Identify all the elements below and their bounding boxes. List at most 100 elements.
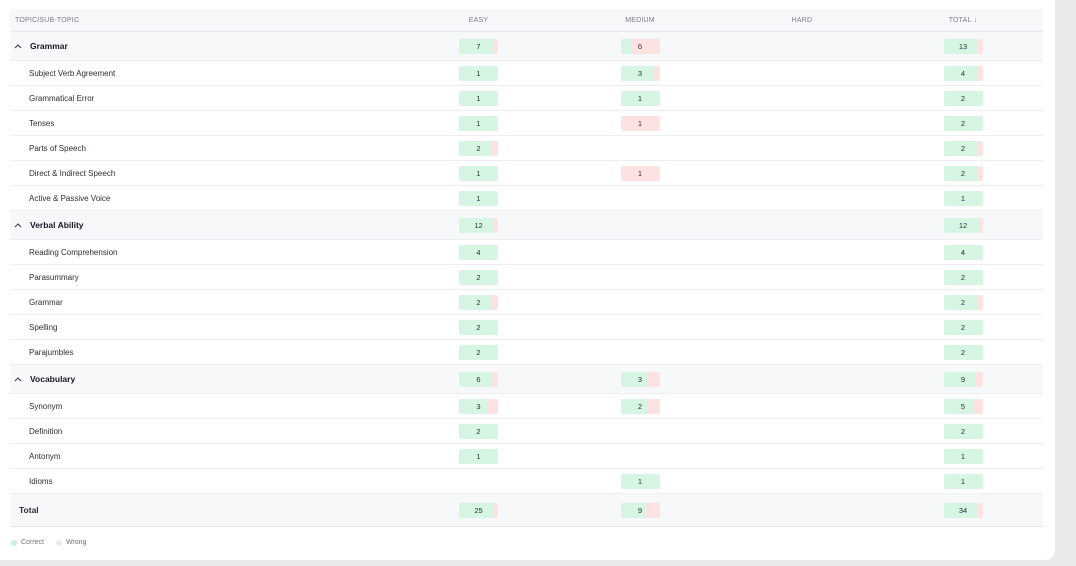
count-bar[interactable]: 12 <box>943 217 983 233</box>
count-bar[interactable]: 2 <box>943 90 983 106</box>
count-bar[interactable]: 2 <box>943 294 983 310</box>
count-bar[interactable]: 1 <box>459 115 498 131</box>
count-value: 1 <box>476 451 481 461</box>
count-bar[interactable]: 9 <box>620 502 660 518</box>
cell-easy: 6 <box>379 371 578 387</box>
count-bar[interactable]: 2 <box>943 423 983 439</box>
count-bar[interactable]: 2 <box>459 344 498 360</box>
row-name-cell: Vocabulary <box>10 374 379 384</box>
count-bar[interactable]: 4 <box>943 65 983 81</box>
row-name: Subject Verb Agreement <box>29 68 116 78</box>
table-row: Reading Comprehension 4 4 <box>10 240 1043 265</box>
cell-medium: 1 <box>578 115 702 131</box>
count-bar[interactable]: 1 <box>459 65 498 81</box>
header-hard[interactable]: HARD <box>702 17 902 24</box>
header-easy[interactable]: EASY <box>379 17 578 24</box>
row-name: Definition <box>29 426 63 436</box>
topic-row[interactable]: Grammar 7 6 13 <box>10 32 1043 61</box>
cell-easy: 1 <box>379 65 578 81</box>
count-value: 2 <box>637 401 643 411</box>
count-bar[interactable]: 4 <box>459 244 498 260</box>
count-bar[interactable]: 1 <box>620 165 660 181</box>
cell-medium: 9 <box>578 502 702 518</box>
count-bar[interactable]: 2 <box>943 269 983 285</box>
count-bar[interactable]: 3 <box>620 65 660 81</box>
row-name: Grammar <box>30 41 68 51</box>
row-name: Idioms <box>29 476 53 486</box>
count-bar[interactable]: 2 <box>459 423 498 439</box>
cell-total: 2 <box>902 165 1024 181</box>
row-name-cell: Parts of Speech <box>10 144 379 153</box>
count-value: 1 <box>960 476 966 486</box>
count-bar[interactable]: 1 <box>459 190 498 206</box>
row-name: Grammatical Error <box>29 93 95 103</box>
count-bar[interactable]: 1 <box>620 473 660 489</box>
count-bar[interactable]: 25 <box>459 502 498 518</box>
table-row: Grammar 2 2 <box>10 290 1043 315</box>
count-value: 1 <box>637 168 643 178</box>
count-bar[interactable]: 3 <box>459 398 498 414</box>
row-name: Antonym <box>29 451 61 461</box>
count-bar[interactable]: 12 <box>459 217 498 233</box>
cell-medium: 2 <box>578 398 702 414</box>
cell-medium: 1 <box>578 90 702 106</box>
count-bar[interactable]: 2 <box>943 140 983 156</box>
table-row: Spelling 2 2 <box>10 315 1043 340</box>
count-bar[interactable]: 5 <box>943 398 983 414</box>
count-bar[interactable]: 7 <box>459 38 498 54</box>
count-bar[interactable]: 1 <box>620 115 660 131</box>
count-value: 4 <box>960 68 966 78</box>
count-value: 13 <box>958 41 968 51</box>
row-name-cell: Grammar <box>10 298 379 307</box>
row-name: Reading Comprehension <box>29 247 118 257</box>
count-bar[interactable]: 13 <box>943 38 983 54</box>
count-bar[interactable]: 2 <box>459 140 498 156</box>
count-bar[interactable]: 4 <box>943 244 983 260</box>
row-name-cell: Definition <box>10 427 379 436</box>
count-bar[interactable]: 1 <box>459 448 498 464</box>
header-medium[interactable]: MEDIUM <box>578 17 702 24</box>
count-bar[interactable]: 2 <box>943 115 983 131</box>
count-value: 1 <box>637 93 643 103</box>
count-bar[interactable]: 1 <box>459 165 498 181</box>
count-bar[interactable]: 1 <box>943 448 983 464</box>
row-name: Spelling <box>29 322 58 332</box>
header-total[interactable]: TOTAL ↓ <box>902 17 1024 24</box>
cell-total: 2 <box>902 294 1024 310</box>
row-name-cell: Direct & Indirect Speech <box>10 169 379 178</box>
count-bar[interactable]: 2 <box>943 319 983 335</box>
count-bar[interactable]: 1 <box>943 473 983 489</box>
count-bar[interactable]: 2 <box>459 294 498 310</box>
row-name-cell: Synonym <box>10 402 379 411</box>
row-name: Parts of Speech <box>29 143 86 153</box>
count-bar[interactable]: 1 <box>459 90 498 106</box>
count-bar[interactable]: 2 <box>459 269 498 285</box>
chevron-up-icon[interactable] <box>14 43 28 49</box>
count-bar[interactable]: 9 <box>943 371 983 387</box>
count-bar[interactable]: 34 <box>943 502 983 518</box>
count-value: 2 <box>960 347 966 357</box>
cell-total: 2 <box>902 319 1024 335</box>
row-name-cell: Grammatical Error <box>10 94 379 103</box>
count-value: 2 <box>476 143 481 153</box>
count-bar[interactable]: 2 <box>620 398 660 414</box>
count-bar[interactable]: 2 <box>943 344 983 360</box>
count-bar[interactable]: 1 <box>620 90 660 106</box>
count-value: 12 <box>958 220 968 230</box>
topic-row[interactable]: Verbal Ability 12 12 <box>10 211 1043 240</box>
count-value: 2 <box>476 426 481 436</box>
count-bar[interactable]: 2 <box>943 165 983 181</box>
count-bar[interactable]: 6 <box>459 371 498 387</box>
count-bar[interactable]: 3 <box>620 371 660 387</box>
row-name-cell: Reading Comprehension <box>10 248 379 257</box>
cell-medium: 3 <box>578 371 702 387</box>
count-bar[interactable]: 2 <box>459 319 498 335</box>
count-bar[interactable]: 6 <box>620 38 660 54</box>
chevron-up-icon[interactable] <box>14 222 28 228</box>
count-bar[interactable]: 1 <box>943 190 983 206</box>
topic-row[interactable]: Vocabulary 6 3 9 <box>10 365 1043 394</box>
count-value: 2 <box>476 347 481 357</box>
chevron-up-icon[interactable] <box>14 376 28 382</box>
count-value: 2 <box>960 118 966 128</box>
count-value: 9 <box>637 505 643 515</box>
